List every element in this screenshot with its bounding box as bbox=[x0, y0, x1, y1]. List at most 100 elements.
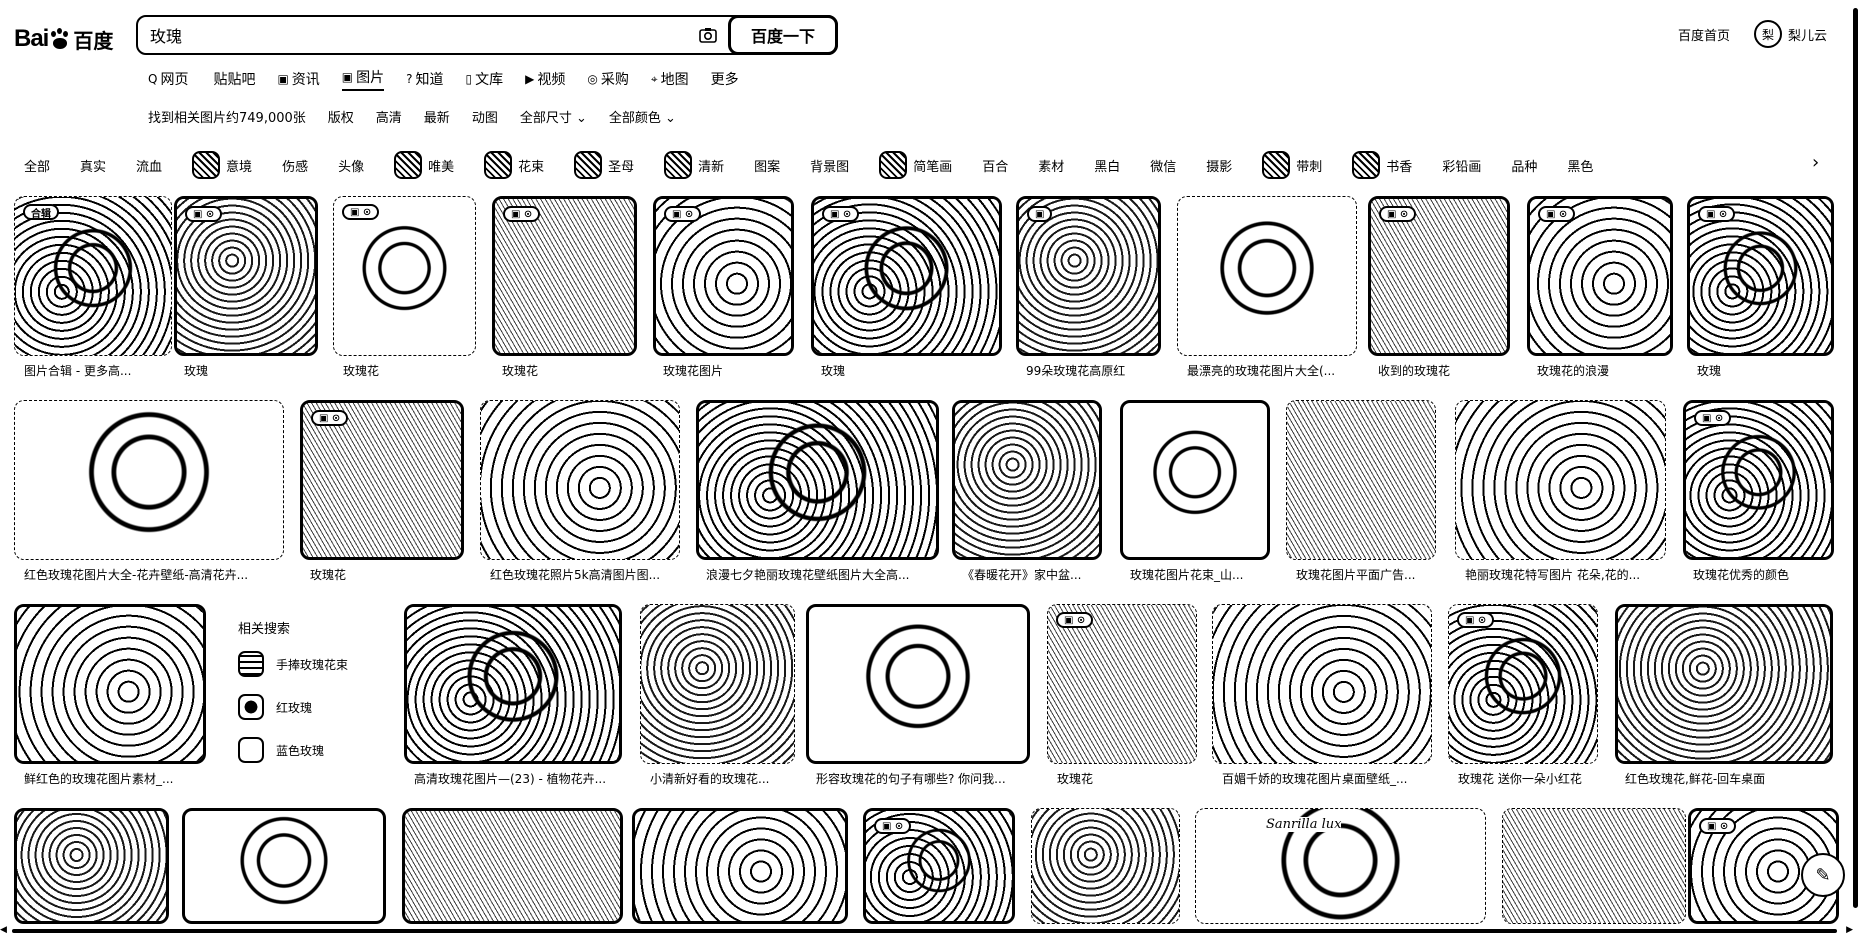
image-caption[interactable]: 玫瑰 bbox=[1697, 362, 1838, 379]
tag-item[interactable]: 头像 bbox=[338, 156, 364, 175]
horizontal-scrollbar[interactable] bbox=[6, 927, 1846, 935]
image-caption[interactable]: 玫瑰花的浪漫 bbox=[1537, 362, 1677, 379]
tag-item[interactable]: 黑色 bbox=[1567, 156, 1593, 175]
tag-item[interactable]: 百合 bbox=[982, 156, 1008, 175]
image-result[interactable]: Sanrilla lux bbox=[1195, 808, 1486, 924]
image-result[interactable]: ▣ ⊙ bbox=[300, 400, 464, 560]
image-caption[interactable]: 高清玫瑰花图片—(23) - 植物花卉... bbox=[414, 770, 626, 787]
image-caption[interactable]: 图片合辑 - 更多高... bbox=[24, 362, 176, 379]
image-result[interactable]: ▣ ⊙ bbox=[1683, 400, 1834, 560]
image-caption[interactable]: 形容玫瑰花的句子有哪些? 你问我... bbox=[816, 770, 1034, 787]
image-result[interactable]: ▣ ⊙ bbox=[863, 808, 1015, 924]
image-caption[interactable]: 玫瑰花优秀的颜色 bbox=[1693, 566, 1838, 583]
tab-news[interactable]: ▣ 资讯 bbox=[277, 67, 319, 91]
filter-copyright[interactable]: 版权 bbox=[328, 107, 354, 126]
image-result[interactable] bbox=[640, 604, 795, 764]
image-caption[interactable]: 小清新好看的玫瑰花... bbox=[650, 770, 799, 787]
tab-images[interactable]: ▣ 图片 bbox=[341, 67, 385, 91]
scrollbar-thumb[interactable] bbox=[12, 929, 1837, 933]
image-caption[interactable]: 玫瑰花图片平面广告... bbox=[1296, 566, 1440, 583]
image-caption[interactable]: 玫瑰 bbox=[184, 362, 322, 379]
image-result[interactable] bbox=[1286, 400, 1436, 560]
baidu-logo[interactable]: Bai 百度 bbox=[14, 22, 120, 56]
image-result[interactable]: ▣ bbox=[1016, 196, 1161, 356]
image-result[interactable]: ▣ ⊙ bbox=[1527, 196, 1673, 356]
image-caption[interactable]: 玫瑰花图片 bbox=[663, 362, 798, 379]
image-result[interactable]: ▣ ⊙ bbox=[1448, 604, 1598, 764]
image-caption[interactable]: 玫瑰花 bbox=[343, 362, 480, 379]
filter-color-dropdown[interactable]: 全部颜色 ⌄ bbox=[609, 107, 676, 126]
image-caption[interactable]: 红色玫瑰花图片大全-花卉壁纸-高清花卉... bbox=[24, 566, 288, 583]
scroll-right-icon[interactable]: ▶ bbox=[1846, 925, 1853, 935]
tag-item[interactable]: 圣母 bbox=[574, 151, 634, 179]
image-caption[interactable]: 玫瑰花 送你一朵小红花 bbox=[1458, 770, 1602, 787]
image-caption[interactable]: 红色玫瑰花照片5k高清图片图... bbox=[490, 566, 684, 583]
image-result[interactable] bbox=[182, 808, 386, 924]
image-caption[interactable]: 艳丽玫瑰花特写图片 花朵,花的... bbox=[1465, 566, 1670, 583]
scrollbar-thumb[interactable] bbox=[1853, 8, 1858, 908]
image-result[interactable]: ▣ ⊙ bbox=[1047, 604, 1197, 764]
image-caption[interactable]: 红色玫瑰花,鲜花-回车桌面 bbox=[1625, 770, 1837, 787]
tag-item[interactable]: 简笔画 bbox=[879, 151, 952, 179]
tab-web[interactable]: Q 网页 bbox=[148, 67, 188, 91]
tab-purchase[interactable]: ◎ 采购 bbox=[587, 67, 628, 91]
image-result[interactable] bbox=[1031, 808, 1180, 924]
search-input[interactable] bbox=[138, 17, 688, 53]
feedback-pen-icon[interactable]: ✎ bbox=[1801, 853, 1845, 897]
image-result[interactable]: 合辑 bbox=[14, 196, 172, 356]
image-caption[interactable]: 玫瑰 bbox=[821, 362, 1006, 379]
tag-item[interactable]: 摄影 bbox=[1206, 156, 1232, 175]
tab-tieba[interactable]: 贴贴吧 bbox=[210, 67, 255, 91]
image-caption[interactable]: 玫瑰花图片花束_山... bbox=[1130, 566, 1274, 583]
filter-hd[interactable]: 高清 bbox=[376, 107, 402, 126]
tag-item[interactable]: 唯美 bbox=[394, 151, 454, 179]
image-result[interactable] bbox=[696, 400, 939, 560]
tag-item[interactable]: 流血 bbox=[136, 156, 162, 175]
image-caption[interactable]: 最漂亮的玫瑰花图片大全(... bbox=[1187, 362, 1361, 379]
image-result[interactable] bbox=[1455, 400, 1666, 560]
image-result[interactable] bbox=[1212, 604, 1432, 764]
tab-map[interactable]: ⌖ 地图 bbox=[651, 67, 689, 91]
image-caption[interactable]: 玫瑰花 bbox=[502, 362, 641, 379]
tab-video[interactable]: ▶ 视频 bbox=[525, 67, 565, 91]
image-result[interactable] bbox=[632, 808, 848, 924]
baidu-home-link[interactable]: 百度首页 bbox=[1678, 25, 1730, 44]
tag-item[interactable]: 花束 bbox=[484, 151, 544, 179]
image-result[interactable] bbox=[1502, 808, 1686, 924]
tag-item[interactable]: 伤感 bbox=[282, 156, 308, 175]
image-caption[interactable]: 百媚千娇的玫瑰花图片桌面壁纸_... bbox=[1222, 770, 1436, 787]
tag-item[interactable]: 书香 bbox=[1352, 151, 1412, 179]
image-caption[interactable]: 玫瑰花 bbox=[310, 566, 468, 583]
tag-item[interactable]: 彩铅画 bbox=[1442, 156, 1481, 175]
image-result[interactable] bbox=[14, 808, 169, 924]
image-result[interactable] bbox=[402, 808, 623, 924]
related-item[interactable]: 蓝色玫瑰 bbox=[238, 737, 348, 763]
image-caption[interactable]: 玫瑰花 bbox=[1057, 770, 1201, 787]
tag-item[interactable]: 图案 bbox=[754, 156, 780, 175]
image-result[interactable]: ▣ ⊙ bbox=[492, 196, 637, 356]
vertical-scrollbar[interactable] bbox=[1853, 0, 1859, 937]
image-result[interactable] bbox=[404, 604, 622, 764]
image-result[interactable]: ▣ ⊙ bbox=[1687, 196, 1834, 356]
tag-item[interactable]: 清新 bbox=[664, 151, 724, 179]
tag-item[interactable]: 带刺 bbox=[1262, 151, 1322, 179]
image-result[interactable] bbox=[1120, 400, 1270, 560]
image-result[interactable]: ▣ ⊙ bbox=[1368, 196, 1510, 356]
related-item[interactable]: 红玫瑰 bbox=[238, 694, 348, 720]
tag-item[interactable]: 全部 bbox=[24, 156, 50, 175]
tab-zhidao[interactable]: ? 知道 bbox=[406, 67, 443, 91]
image-result[interactable] bbox=[14, 400, 284, 560]
image-result[interactable] bbox=[806, 604, 1030, 764]
image-result[interactable]: ▣ ⊙ bbox=[811, 196, 1002, 356]
filter-latest[interactable]: 最新 bbox=[424, 107, 450, 126]
image-result[interactable] bbox=[952, 400, 1102, 560]
filter-animated[interactable]: 动图 bbox=[472, 107, 498, 126]
tag-item[interactable]: 真实 bbox=[80, 156, 106, 175]
tab-more[interactable]: 更多 bbox=[711, 67, 739, 91]
image-result[interactable] bbox=[14, 604, 206, 764]
tag-item[interactable]: 品种 bbox=[1511, 156, 1537, 175]
search-button[interactable]: 百度一下 bbox=[728, 15, 838, 55]
related-item[interactable]: 手捧玫瑰花束 bbox=[238, 651, 348, 677]
tag-item[interactable]: 素材 bbox=[1038, 156, 1064, 175]
image-result[interactable]: ▣ ⊙ bbox=[174, 196, 318, 356]
